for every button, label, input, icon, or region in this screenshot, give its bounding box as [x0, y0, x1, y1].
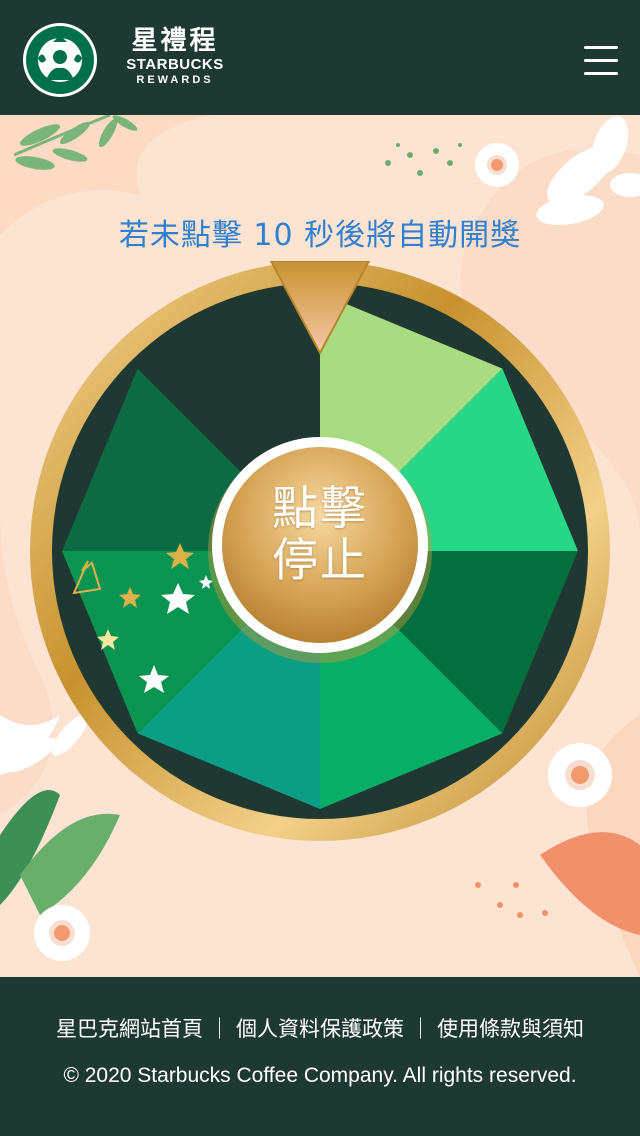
footer-links: 星巴克網站首頁｜個人資料保護政策｜使用條款與須知	[0, 1013, 640, 1043]
copyright-text: © 2020 Starbucks Coffee Company. All rig…	[63, 1064, 577, 1087]
link-homepage[interactable]: 星巴克網站首頁	[56, 1017, 203, 1041]
brand-english-name: STARBUCKS	[126, 56, 224, 73]
hamburger-menu-icon[interactable]	[578, 40, 622, 80]
game-area: 若未點擊 10 秒後將自動開獎 點擊 停止	[0, 115, 640, 977]
brand-wordmark: 星禮程 STARBUCKS REWARDS	[110, 26, 240, 87]
link-separator: ｜	[410, 1017, 431, 1041]
starbucks-logo-icon[interactable]	[22, 22, 98, 98]
stop-button-label-line1: 點擊	[272, 481, 368, 535]
link-privacy-policy[interactable]: 個人資料保護政策	[236, 1017, 404, 1041]
header: 星禮程 STARBUCKS REWARDS	[0, 0, 640, 115]
footer: 星巴克網站首頁｜個人資料保護政策｜使用條款與須知 © 2020 Starbuck…	[0, 977, 640, 1136]
countdown-text: 若未點擊 10 秒後將自動開獎	[118, 218, 522, 253]
link-separator: ｜	[209, 1017, 230, 1041]
stop-button-label: 點擊 停止	[212, 482, 428, 586]
link-terms[interactable]: 使用條款與須知	[437, 1017, 584, 1041]
flower-top-icon	[475, 143, 519, 187]
brand-chinese-name: 星禮程	[131, 26, 219, 56]
stop-button-label-line2: 停止	[272, 533, 368, 587]
brand-rewards-label: REWARDS	[136, 74, 214, 86]
